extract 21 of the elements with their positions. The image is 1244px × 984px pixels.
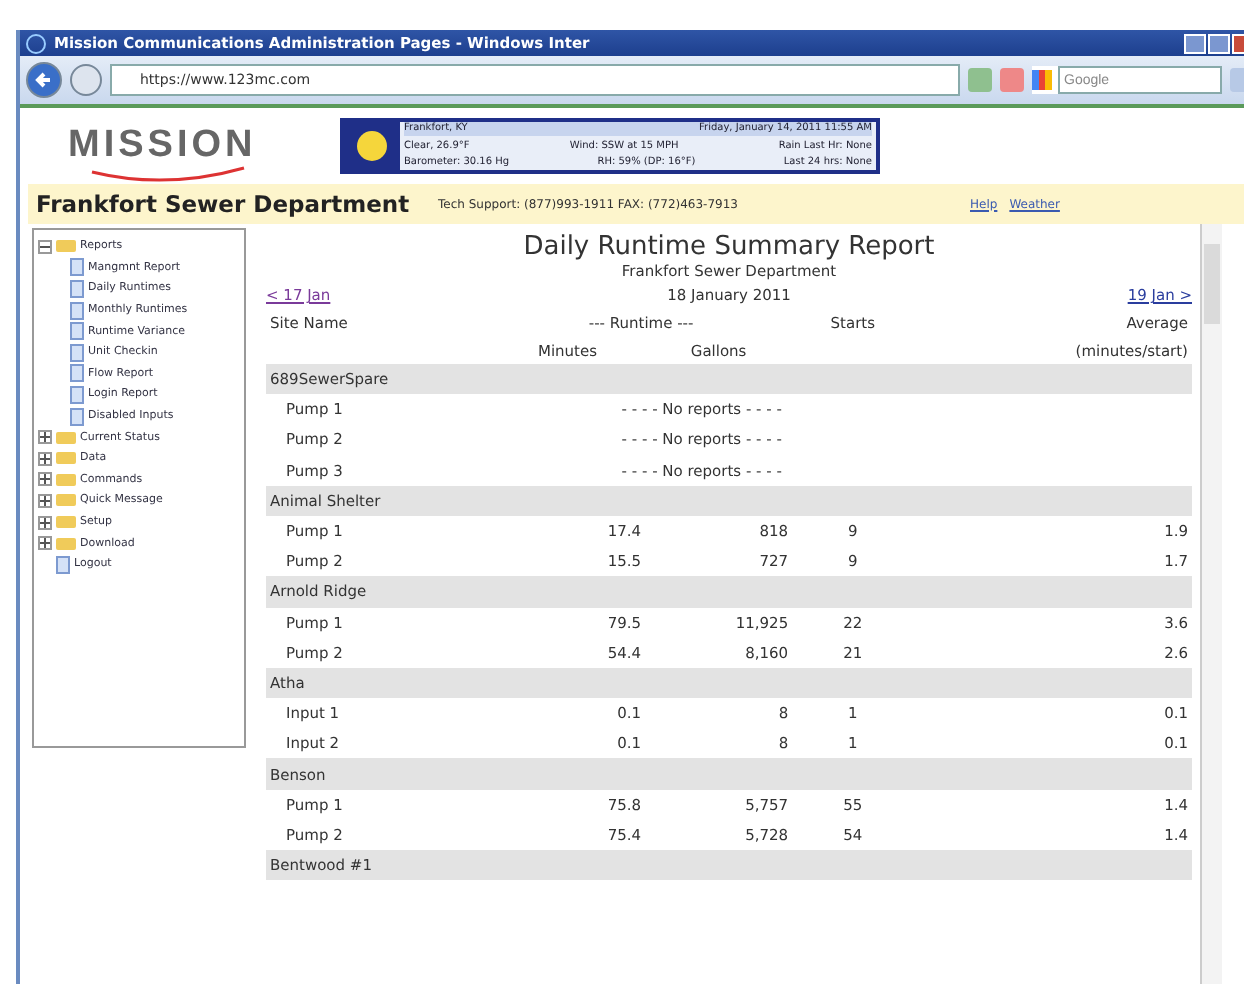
report-title: Daily Runtime Summary Report bbox=[521, 232, 937, 262]
back-button[interactable] bbox=[26, 62, 62, 98]
sun-icon bbox=[356, 130, 388, 162]
maximize-button[interactable] bbox=[1208, 33, 1230, 53]
expand-icon[interactable] bbox=[38, 472, 52, 487]
department-title: Frankfort Sewer Department bbox=[36, 190, 412, 218]
logo: MISSION bbox=[68, 116, 260, 176]
search-provider-icon bbox=[1032, 70, 1052, 90]
collapse-icon[interactable] bbox=[38, 239, 52, 254]
folder-icon bbox=[56, 240, 76, 253]
expand-icon[interactable] bbox=[38, 493, 52, 508]
expand-icon[interactable] bbox=[38, 536, 52, 551]
back-arrow-icon bbox=[32, 68, 56, 92]
scrollbar[interactable] bbox=[1200, 224, 1222, 984]
browser-icon bbox=[26, 33, 46, 53]
page-icon bbox=[56, 555, 70, 574]
expand-icon[interactable] bbox=[38, 515, 52, 530]
minimize-button[interactable] bbox=[1184, 33, 1206, 53]
forward-button[interactable] bbox=[70, 64, 102, 96]
expand-icon[interactable] bbox=[38, 430, 52, 445]
expand-icon[interactable] bbox=[38, 451, 52, 466]
